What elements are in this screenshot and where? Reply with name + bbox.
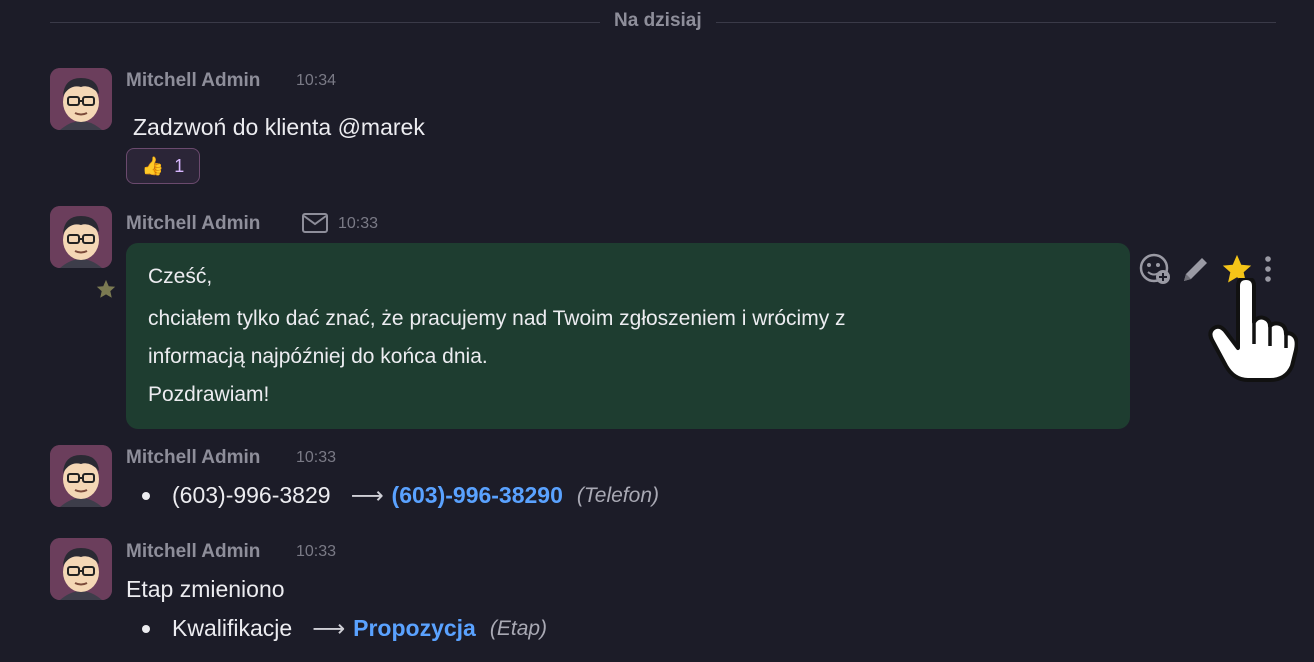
reaction-chip[interactable]: 👍 1 [126,148,200,184]
author-name[interactable]: Mitchell Admin [126,541,260,563]
message-line: Cześć, [148,265,213,288]
hand-cursor-icon [1208,278,1298,382]
starred-star-icon [96,279,116,298]
tracking-old-value: (603)-996-3829 [172,482,331,508]
message-bubble: Cześć, chciałem tylko dać znać, że pracu… [126,243,1130,429]
tracking-new-value: (603)-996-38290 [391,482,563,508]
message-time: 10:34 [296,72,337,89]
message-text: Etap zmieniono [126,576,285,602]
avatar[interactable] [50,445,112,507]
thumbs-up-icon: 👍 [141,155,165,176]
bullet [142,624,150,633]
date-separator: Na dzisiaj [600,10,716,32]
envelope-icon [302,213,328,238]
avatar[interactable] [50,68,112,130]
avatar[interactable] [50,206,112,268]
message-time: 10:33 [296,449,337,466]
tracking-field-name: (Telefon) [576,483,659,507]
message-line: Pozdrawiam! [148,383,270,406]
arrow-right-icon: ⟶ [312,615,346,641]
tracking-change: (603)-996-3829 ⟶ (603)-996-38290 (Telefo… [142,482,659,509]
author-name[interactable]: Mitchell Admin [126,70,260,92]
author-name[interactable]: Mitchell Admin [126,213,260,235]
add-reaction-icon[interactable] [1138,252,1172,291]
author-name[interactable]: Mitchell Admin [126,447,260,469]
message-time: 10:33 [338,215,379,232]
message-line: informacją najpóźniej do końca dnia. [148,345,488,368]
bullet [142,491,150,500]
message-time: 10:33 [296,543,337,560]
avatar[interactable] [50,538,112,600]
message-text: Zadzwoń do klienta @marek [133,114,425,140]
tracking-new-value: Propozycja [353,615,476,641]
tracking-field-name: (Etap) [489,616,548,640]
tracking-old-value: Kwalifikacje [172,615,293,641]
message-line: chciałem tylko dać znać, że pracujemy na… [148,307,846,330]
arrow-right-icon: ⟶ [350,482,384,508]
reaction-count: 1 [174,155,185,176]
tracking-change: Kwalifikacje ⟶ Propozycja (Etap) [142,615,547,642]
